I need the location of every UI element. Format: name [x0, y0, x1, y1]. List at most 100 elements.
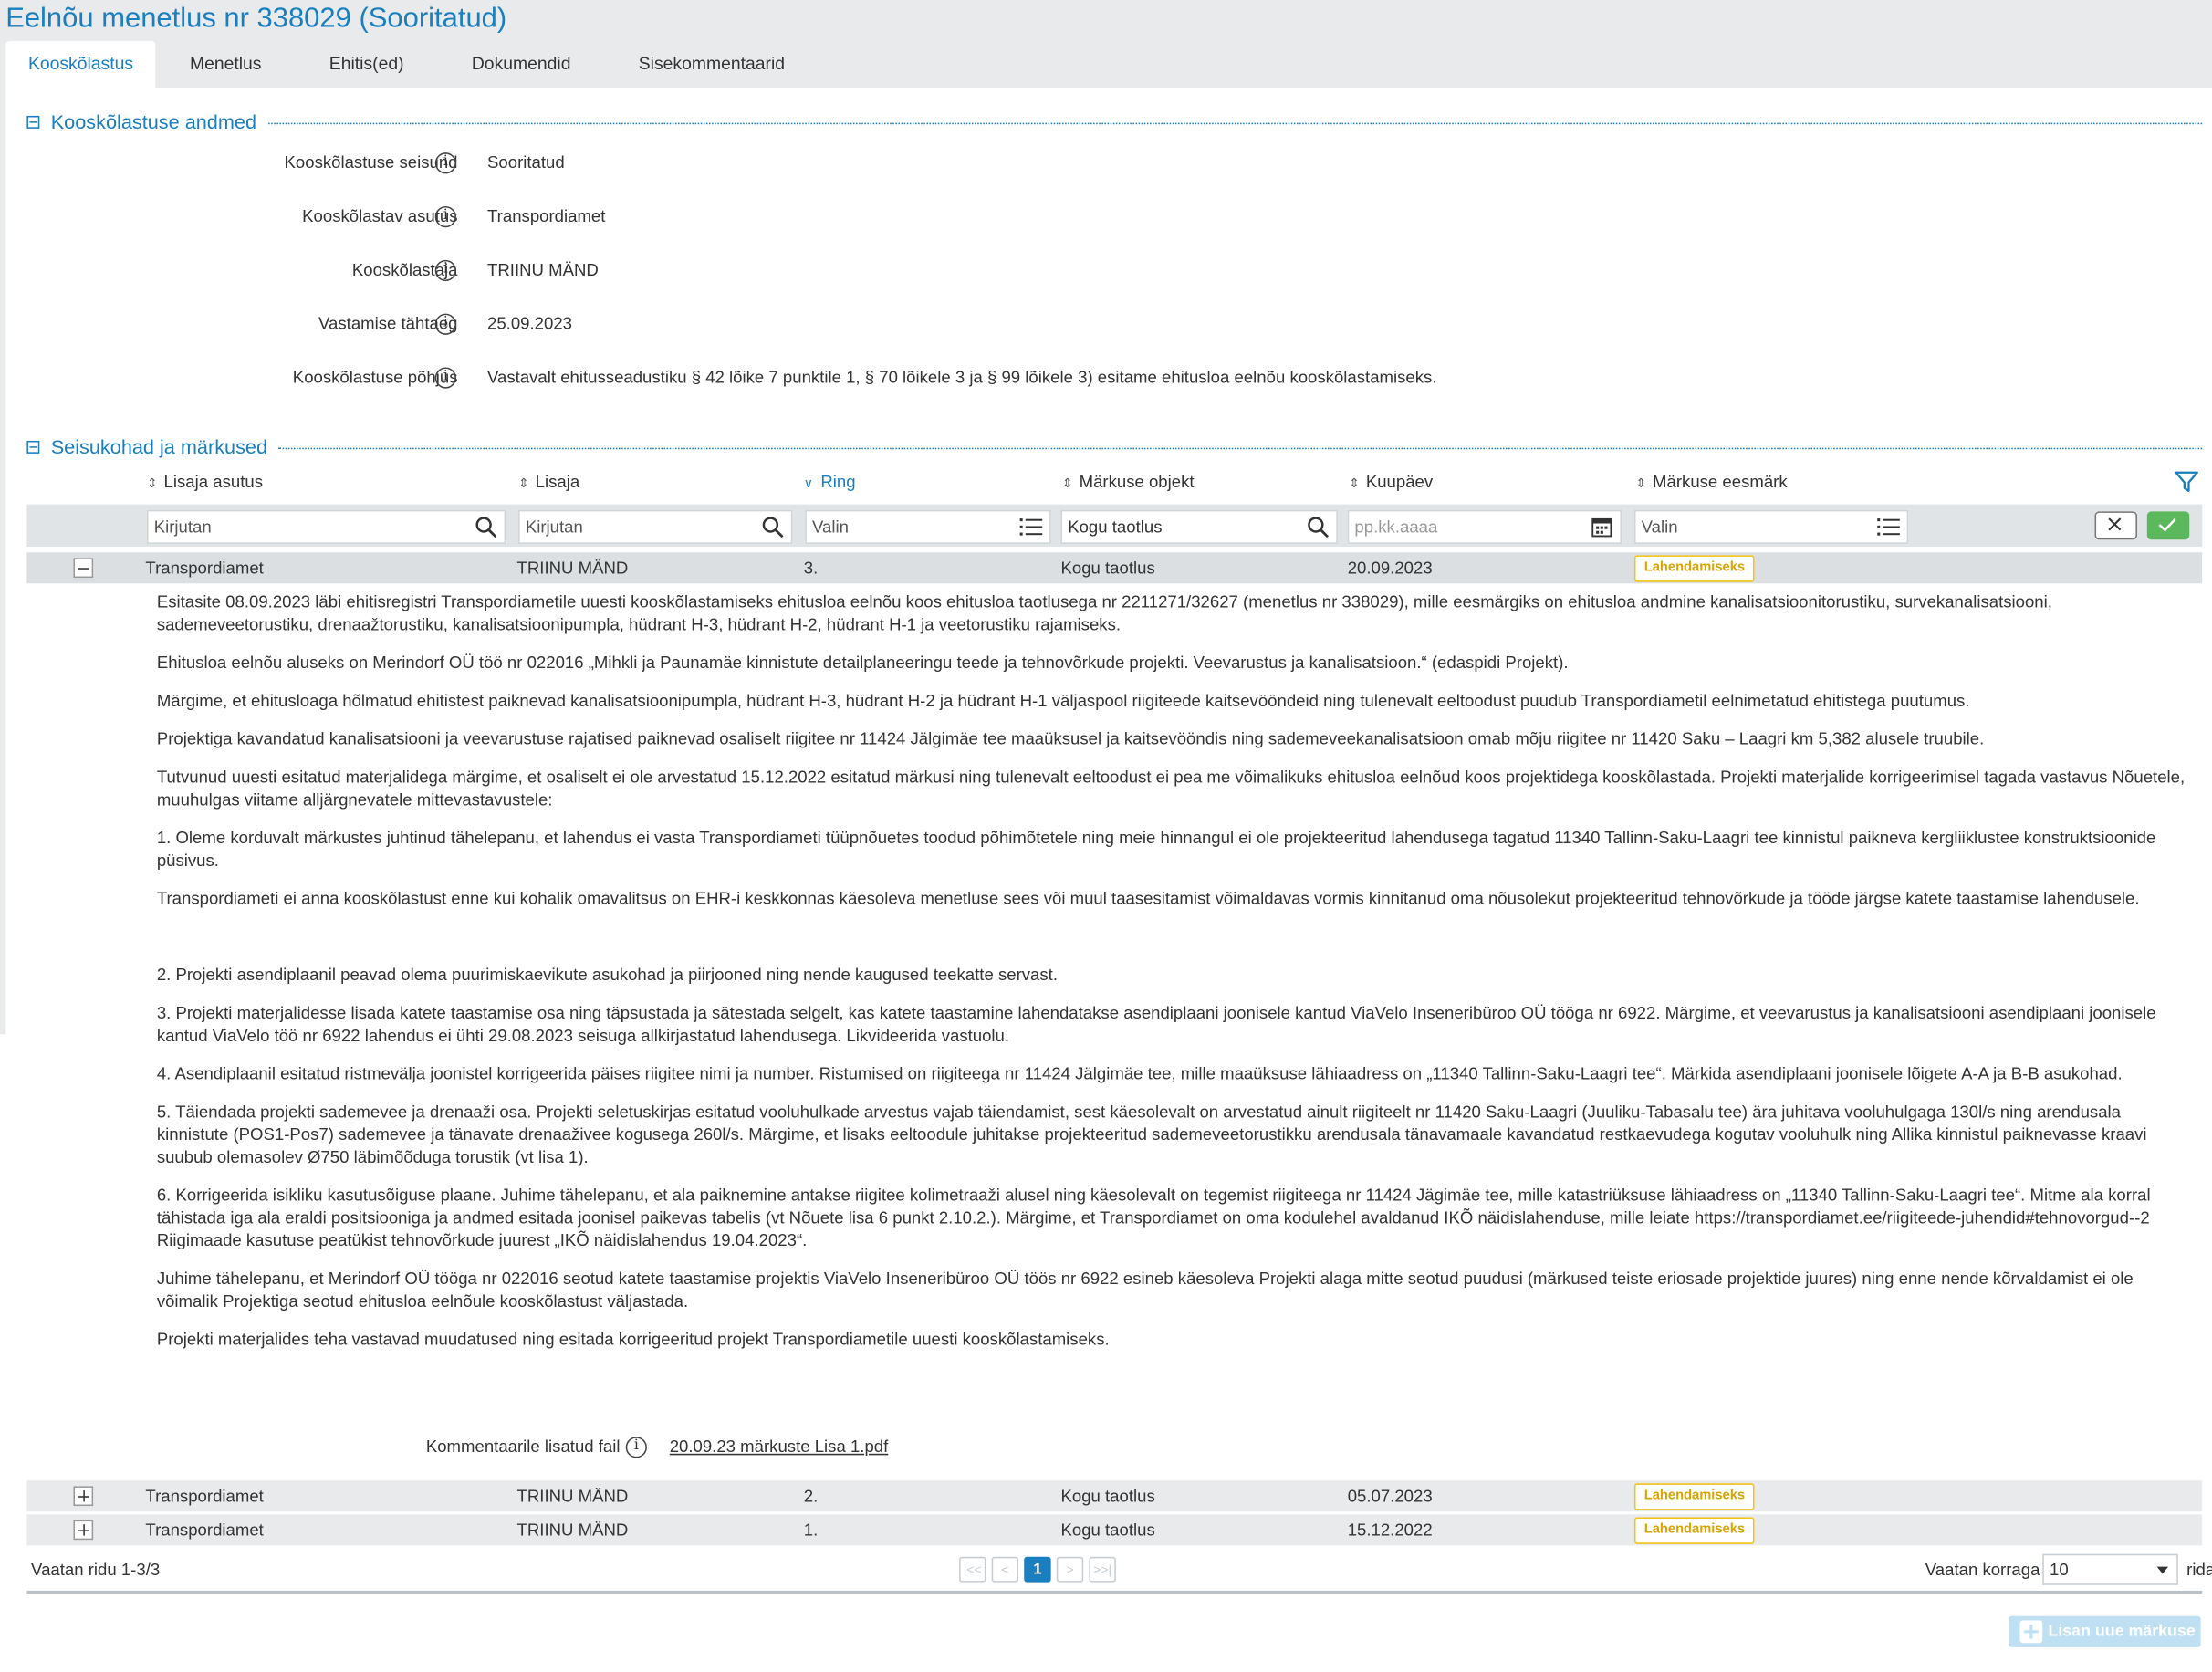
- column-header-lisaja[interactable]: ⇕ Lisaja: [518, 470, 579, 494]
- grid-bottom-border: [26, 1590, 2203, 1594]
- sort-icon: ⇕: [1349, 475, 1360, 491]
- collapse-icon[interactable]: [26, 115, 40, 129]
- clear-filter-button[interactable]: [2094, 511, 2137, 540]
- search-icon[interactable]: [1307, 516, 1330, 538]
- cell-lisaja: TRIINU MÄND: [516, 558, 629, 579]
- comment-paragraph: Transpordiameti ei anna kooskõlastust en…: [156, 888, 2140, 909]
- per-page-select[interactable]: 10: [2042, 1553, 2178, 1585]
- info-icon[interactable]: i: [625, 1437, 647, 1458]
- column-label: Ring: [820, 471, 856, 492]
- info-icon[interactable]: i: [434, 367, 456, 389]
- page-header: Eelnõu menetlus nr 338029 (Sooritatud) K…: [0, 0, 2212, 88]
- field-row-pohjus: Kooskõlastuse põhjus i Vastavalt ehituss…: [0, 361, 2212, 392]
- check-icon: [2158, 517, 2176, 532]
- sort-icon: ⇕: [1062, 475, 1073, 491]
- column-label: Lisaja: [535, 471, 580, 492]
- prev-page-button[interactable]: <: [991, 1556, 1019, 1583]
- comment-paragraph: 1. Oleme korduvalt märkustes juhtinud tä…: [156, 828, 2156, 871]
- expand-row-icon[interactable]: [73, 1520, 94, 1541]
- current-page-button[interactable]: 1: [1024, 1556, 1051, 1583]
- cell-ring: 1.: [803, 1520, 819, 1541]
- cell-asutus: Transpordiamet: [145, 558, 264, 579]
- tab-menetlus[interactable]: Menetlus: [156, 41, 296, 88]
- tab-sisekommentaarid[interactable]: Sisekommentaarid: [605, 41, 819, 88]
- calendar-icon[interactable]: [1591, 516, 1613, 538]
- filter-ring-select[interactable]: Valin: [805, 509, 1051, 544]
- sort-icon: ⇕: [146, 475, 158, 491]
- tab-dokumendid[interactable]: Dokumendid: [438, 41, 605, 88]
- field-value: Sooritatud: [487, 152, 565, 172]
- tab-kooskolastus[interactable]: Kooskõlastus: [5, 40, 156, 88]
- attachment-row: Kommentaarile lisatud fail i 20.09.23 mä…: [0, 1433, 2212, 1461]
- remarks-section-title: Seisukohad ja märkused: [50, 434, 268, 458]
- sort-desc-icon: ∨: [803, 475, 813, 491]
- close-icon: [2108, 517, 2122, 531]
- column-label: Märkuse eesmärk: [1653, 471, 1788, 492]
- collapse-icon[interactable]: [26, 440, 40, 454]
- filter-placeholder: Kirjutan: [525, 517, 583, 538]
- info-icon[interactable]: i: [434, 259, 456, 282]
- filter-icon[interactable]: [2174, 470, 2199, 493]
- field-value: Transpordiamet: [487, 205, 606, 226]
- list-icon[interactable]: [1877, 516, 1900, 538]
- field-value: 25.09.2023: [487, 313, 572, 334]
- column-label: Märkuse objekt: [1079, 471, 1195, 492]
- info-icon[interactable]: i: [434, 313, 456, 335]
- tab-bar: Kooskõlastus Menetlus Ehitis(ed) Dokumen…: [5, 40, 819, 88]
- next-page-button[interactable]: >: [1056, 1556, 1084, 1583]
- section-divider: [278, 446, 2203, 449]
- comment-paragraph: 3. Projekti materjalidesse lisada katete…: [156, 1003, 2156, 1046]
- filter-lisaja-asutus-input[interactable]: Kirjutan: [146, 509, 506, 544]
- per-page-value: 10: [2050, 1559, 2069, 1580]
- field-label: Kooskõlastuse põhjus: [292, 367, 458, 388]
- details-section-title: Kooskõlastuse andmed: [50, 110, 257, 133]
- add-remark-button[interactable]: Lisan uue märkuse: [2009, 1615, 2201, 1647]
- table-row[interactable]: Transpordiamet TRIINU MÄND 2. Kogu taotl…: [26, 1480, 2203, 1512]
- column-label: Lisaja asutus: [163, 471, 263, 492]
- field-value: Vastavalt ehitusseadustiku § 42 lõike 7 …: [487, 367, 1437, 388]
- field-row-seisund: Kooskõlastuse seisund i Sooritatud: [0, 147, 2212, 178]
- table-row[interactable]: Transpordiamet TRIINU MÄND 3. Kogu taotl…: [26, 552, 2203, 584]
- list-icon[interactable]: [1019, 516, 1043, 538]
- comment-paragraph: 4. Asendiplaanil esitatud ristmevälja jo…: [156, 1063, 2123, 1084]
- column-header-ring[interactable]: ∨ Ring: [804, 470, 856, 494]
- filter-eesmark-select[interactable]: Valin: [1633, 509, 1909, 544]
- tab-ehitised[interactable]: Ehitis(ed): [296, 41, 438, 88]
- filter-kuupaev-input[interactable]: pp.kk.aaaa: [1347, 509, 1622, 544]
- filter-objekt-input[interactable]: Kogu taotlus: [1060, 509, 1338, 544]
- collapse-row-icon[interactable]: [73, 558, 94, 579]
- comment-paragraph: Tutvunud uuesti esitatud materjalidega m…: [156, 767, 2186, 810]
- plus-icon: [2019, 1620, 2043, 1644]
- table-row[interactable]: Transpordiamet TRIINU MÄND 1. Kogu taotl…: [26, 1514, 2203, 1546]
- comment-paragraph: Märgime, et ehitusloaga hõlmatud ehitist…: [156, 690, 1970, 711]
- column-header-kuupaev[interactable]: ⇕ Kuupäev: [1349, 470, 1433, 494]
- info-icon[interactable]: i: [434, 152, 456, 174]
- attachment-label: Kommentaarile lisatud fail: [425, 1437, 621, 1457]
- last-page-button[interactable]: >>|: [1089, 1556, 1116, 1583]
- cell-objekt: Kogu taotlus: [1060, 1486, 1155, 1507]
- column-label: Kuupäev: [1365, 471, 1434, 492]
- expand-row-icon[interactable]: [73, 1486, 94, 1507]
- filter-lisaja-input[interactable]: Kirjutan: [518, 509, 793, 544]
- status-badge: Lahendamiseks: [1633, 555, 1755, 582]
- column-header-eesmark[interactable]: ⇕ Märkuse eesmärk: [1635, 470, 1787, 494]
- cell-asutus: Transpordiamet: [145, 1520, 264, 1541]
- filter-placeholder: Valin: [812, 517, 849, 538]
- remark-comment-text: Esitasite 08.09.2023 läbi ehitisregistri…: [157, 590, 2191, 1366]
- pager: Vaatan ridu 1-3/3 |<< < 1 > >>| Vaatan k…: [26, 1552, 2212, 1588]
- cell-kuupaev: 15.12.2022: [1347, 1520, 1433, 1541]
- comment-paragraph: 5. Täiendada projekti sademevee ja drena…: [156, 1102, 2147, 1167]
- column-header-lisaja-asutus[interactable]: ⇕ Lisaja asutus: [147, 470, 263, 494]
- filter-placeholder: pp.kk.aaaa: [1354, 517, 1438, 538]
- info-icon[interactable]: i: [434, 205, 456, 228]
- rows-label: rida: [2186, 1559, 2212, 1580]
- apply-filter-button[interactable]: [2146, 511, 2190, 540]
- column-header-objekt[interactable]: ⇕ Märkuse objekt: [1062, 470, 1195, 494]
- search-icon[interactable]: [475, 516, 497, 538]
- search-icon[interactable]: [761, 516, 784, 538]
- field-row-tahtaeg: Vastamise tähtaeg i 25.09.2023: [0, 308, 2212, 339]
- attachment-link[interactable]: 20.09.23 märkuste Lisa 1.pdf: [670, 1433, 889, 1461]
- cell-ring: 2.: [803, 1486, 819, 1507]
- first-page-button[interactable]: |<<: [959, 1556, 986, 1583]
- cell-objekt: Kogu taotlus: [1060, 1520, 1155, 1541]
